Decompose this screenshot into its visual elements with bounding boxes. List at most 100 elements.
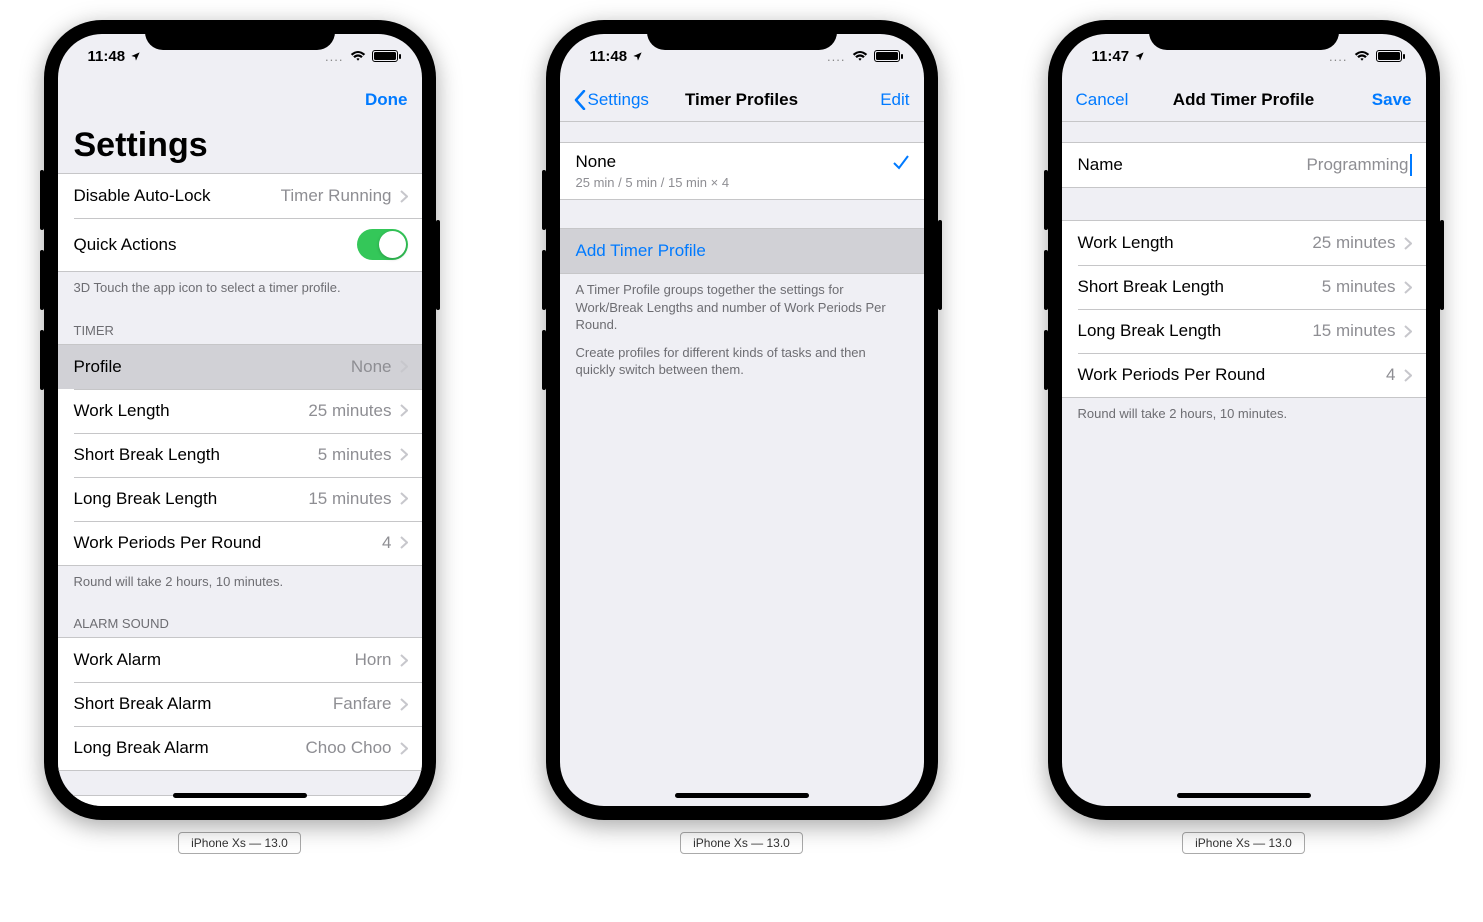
row-label: Profile <box>74 357 351 377</box>
device-notch <box>1149 20 1339 50</box>
signal-dots-icon: .... <box>1329 49 1347 64</box>
row-value: 4 <box>382 533 391 553</box>
chevron-right-icon <box>1404 369 1412 382</box>
input-value: Programming <box>1306 155 1408 175</box>
row-value: 5 minutes <box>318 445 392 465</box>
row-value: 5 minutes <box>1322 277 1396 297</box>
battery-icon <box>372 50 398 62</box>
row-short-break-length[interactable]: Short Break Length 5 minutes <box>58 433 422 477</box>
device-label: iPhone Xs — 13.0 <box>680 832 803 854</box>
row-long-break-alarm[interactable]: Long Break Alarm Choo Choo <box>58 726 422 770</box>
footer-round-duration: Round will take 2 hours, 10 minutes. <box>58 566 422 599</box>
home-indicator[interactable] <box>675 793 809 798</box>
device-frame: 11:48 .... Settings Timer Profiles <box>546 20 938 820</box>
row-label: Add Timer Profile <box>576 241 910 261</box>
chevron-left-icon <box>574 90 586 110</box>
chevron-right-icon <box>400 654 408 667</box>
row-long-break-length[interactable]: Long Break Length 15 minutes <box>58 477 422 521</box>
device-notch <box>145 20 335 50</box>
device-frame: 11:48 .... Done Settings <box>44 20 436 820</box>
row-label: Work Length <box>74 401 309 421</box>
wifi-icon <box>1354 50 1370 62</box>
page-title: Settings <box>58 122 422 173</box>
screen-add-timer-profile: 11:47 .... Cancel Add Timer Profile Save <box>1062 34 1426 806</box>
add-timer-profile-button[interactable]: Add Timer Profile <box>560 229 924 273</box>
row-label: Work Length <box>1078 233 1313 253</box>
row-label: Long Break Length <box>1078 321 1313 341</box>
location-icon <box>1134 51 1145 62</box>
screen-settings: 11:48 .... Done Settings <box>58 34 422 806</box>
row-value: Timer Running <box>281 186 392 206</box>
chevron-right-icon <box>400 742 408 755</box>
section-header-timer: TIMER <box>58 305 422 344</box>
device-label: iPhone Xs — 13.0 <box>178 832 301 854</box>
chevron-right-icon <box>400 536 408 549</box>
status-time: 11:47 <box>1092 48 1130 65</box>
row-label: Short Break Length <box>1078 277 1322 297</box>
chevron-right-icon <box>400 492 408 505</box>
row-label: Disable Auto-Lock <box>74 186 281 206</box>
chevron-right-icon <box>1404 237 1412 250</box>
row-label: Long Break Alarm <box>74 738 306 758</box>
signal-dots-icon: .... <box>827 49 845 64</box>
row-value: 25 minutes <box>308 401 391 421</box>
row-name[interactable]: Name Programming <box>1062 143 1426 187</box>
footer-profile-info-2: Create profiles for different kinds of t… <box>560 342 924 387</box>
row-work-alarm[interactable]: Work Alarm Horn <box>58 638 422 682</box>
checkmark-icon <box>892 153 910 171</box>
row-work-periods-per-round[interactable]: Work Periods Per Round 4 <box>58 521 422 565</box>
chevron-right-icon <box>400 448 408 461</box>
row-long-break-length[interactable]: Long Break Length 15 minutes <box>1062 309 1426 353</box>
row-label: Name <box>1078 155 1307 175</box>
chevron-right-icon <box>400 698 408 711</box>
row-work-length[interactable]: Work Length 25 minutes <box>1062 221 1426 265</box>
chevron-right-icon <box>1404 281 1412 294</box>
row-label: Work Periods Per Round <box>1078 365 1387 385</box>
edit-button[interactable]: Edit <box>880 90 909 110</box>
row-quick-actions[interactable]: Quick Actions <box>58 218 422 271</box>
row-value: None <box>351 357 392 377</box>
row-label: Short Break Length <box>74 445 318 465</box>
home-indicator[interactable] <box>173 793 307 798</box>
row-label: Long Break Length <box>74 489 309 509</box>
nav-bar: Done <box>58 78 422 122</box>
name-input[interactable]: Programming <box>1306 154 1411 176</box>
home-indicator[interactable] <box>1177 793 1311 798</box>
row-short-break-length[interactable]: Short Break Length 5 minutes <box>1062 265 1426 309</box>
row-disable-auto-lock[interactable]: Disable Auto-Lock Timer Running <box>58 174 422 218</box>
profile-name: None <box>576 152 892 172</box>
row-work-periods-per-round[interactable]: Work Periods Per Round 4 <box>1062 353 1426 397</box>
battery-icon <box>1376 50 1402 62</box>
row-work-length[interactable]: Work Length 25 minutes <box>58 389 422 433</box>
profile-subtitle: 25 min / 5 min / 15 min × 4 <box>576 175 730 190</box>
back-button[interactable]: Settings <box>574 90 649 110</box>
device-frame: 11:47 .... Cancel Add Timer Profile Save <box>1048 20 1440 820</box>
row-profile-none[interactable]: None 25 min / 5 min / 15 min × 4 <box>560 143 924 199</box>
device-label: iPhone Xs — 13.0 <box>1182 832 1305 854</box>
footer-round-duration: Round will take 2 hours, 10 minutes. <box>1062 398 1426 431</box>
row-value: 15 minutes <box>308 489 391 509</box>
save-button[interactable]: Save <box>1372 90 1412 110</box>
row-value: Choo Choo <box>305 738 391 758</box>
cancel-button[interactable]: Cancel <box>1076 90 1129 110</box>
signal-dots-icon: .... <box>325 49 343 64</box>
done-button[interactable]: Done <box>365 90 408 110</box>
chevron-right-icon <box>1404 325 1412 338</box>
row-value: 15 minutes <box>1312 321 1395 341</box>
location-icon <box>632 51 643 62</box>
footer-quick-actions: 3D Touch the app icon to select a timer … <box>58 272 422 305</box>
toggle-quick-actions[interactable] <box>357 229 408 260</box>
chevron-right-icon <box>400 190 408 203</box>
text-cursor <box>1410 154 1412 176</box>
nav-bar: Settings Timer Profiles Edit <box>560 78 924 122</box>
status-time: 11:48 <box>88 48 126 65</box>
row-profile[interactable]: Profile None <box>58 345 422 389</box>
row-short-break-alarm[interactable]: Short Break Alarm Fanfare <box>58 682 422 726</box>
row-value: 25 minutes <box>1312 233 1395 253</box>
row-label: Work Periods Per Round <box>74 533 383 553</box>
back-label: Settings <box>588 90 649 110</box>
footer-profile-info-1: A Timer Profile groups together the sett… <box>560 274 924 342</box>
row-label: Short Break Alarm <box>74 694 333 714</box>
nav-bar: Cancel Add Timer Profile Save <box>1062 78 1426 122</box>
row-label: Quick Actions <box>74 235 357 255</box>
